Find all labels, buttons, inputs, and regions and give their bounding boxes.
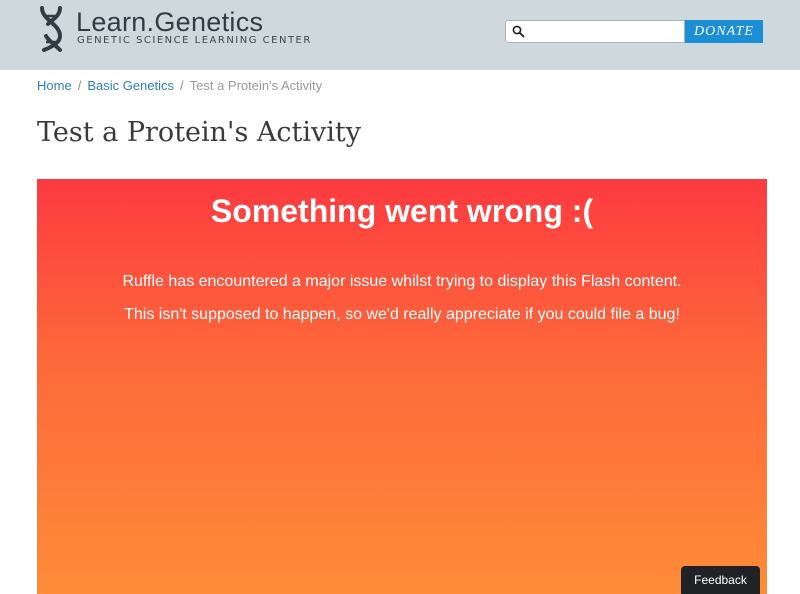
error-message: Ruffle has encountered a major issue whi… — [122, 273, 682, 290]
donate-button[interactable]: DONATE — [685, 20, 763, 43]
dna-icon — [40, 6, 63, 52]
logo-subtitle: GENETIC SCIENCE LEARNING CENTER — [77, 35, 312, 46]
breadcrumb-basic-genetics[interactable]: Basic Genetics — [87, 78, 174, 93]
feedback-button[interactable]: Feedback — [681, 566, 760, 594]
error-title: Something went wrong :( — [210, 193, 594, 229]
search-icon — [512, 25, 525, 38]
breadcrumb-current: Test a Protein's Activity — [189, 78, 323, 93]
breadcrumb: Home / Basic Genetics / Test a Protein's Act… — [37, 78, 322, 93]
site-logo[interactable]: Learn.Genetics GENETIC SCIENCE LEARNING … — [36, 6, 336, 56]
breadcrumb-home[interactable]: Home — [37, 78, 72, 93]
flash-error-panel: Something went wrong :( Ruffle has encou… — [37, 179, 767, 594]
site-header: Learn.Genetics GENETIC SCIENCE LEARNING … — [0, 0, 800, 70]
search-input[interactable] — [530, 23, 680, 40]
error-message-bug-link[interactable]: This isn't supposed to happen, so we'd r… — [37, 306, 767, 324]
breadcrumb-separator: / — [180, 78, 184, 93]
search-box[interactable] — [505, 20, 685, 43]
breadcrumb-separator: / — [77, 78, 82, 93]
logo-title: Learn.Genetics — [76, 7, 264, 37]
page-title: Test a Protein's Activity — [37, 117, 361, 148]
